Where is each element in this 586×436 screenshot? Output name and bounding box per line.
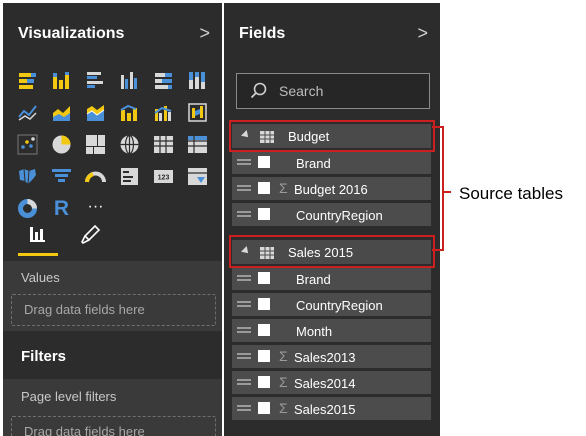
area-chart-icon[interactable] — [50, 101, 73, 124]
budget-table-highlight — [229, 120, 435, 152]
fields-header: Fields > — [224, 3, 440, 63]
search-icon — [249, 81, 269, 106]
filled-map-icon[interactable] — [16, 165, 39, 188]
field-name: Sales2015 — [294, 402, 356, 417]
field-checkbox[interactable] — [258, 376, 270, 388]
search-input[interactable]: Search — [236, 73, 430, 109]
field-name: Brand — [296, 156, 331, 171]
drag-handle-icon[interactable] — [237, 211, 251, 213]
table-icon[interactable] — [152, 133, 175, 156]
sales-table-highlight — [229, 235, 435, 268]
pie-chart-icon[interactable] — [50, 133, 73, 156]
card-icon[interactable]: 123 — [152, 165, 175, 188]
field-checkbox[interactable] — [258, 350, 270, 362]
drag-handle-icon[interactable] — [237, 301, 251, 303]
line-and-stacked-column-chart-icon[interactable] — [118, 101, 141, 124]
stacked-bar-chart-icon[interactable] — [16, 69, 39, 92]
field-name: CountryRegion — [296, 208, 383, 223]
stacked-column-chart-icon[interactable] — [50, 69, 73, 92]
collapse-visualizations-chevron-icon[interactable]: > — [199, 23, 210, 44]
field-row[interactable]: CountryRegion — [232, 203, 431, 226]
fields-title: Fields — [239, 25, 286, 42]
active-tab-indicator — [18, 253, 58, 256]
drag-handle-icon[interactable] — [237, 159, 251, 161]
drag-handle-icon[interactable] — [237, 327, 251, 329]
gauge-icon[interactable] — [84, 165, 107, 188]
field-checkbox[interactable] — [258, 182, 270, 194]
stacked-area-chart-icon[interactable] — [84, 101, 107, 124]
visualizations-header: Visualizations > — [3, 3, 222, 63]
drag-handle-icon[interactable] — [237, 379, 251, 381]
drag-handle-icon[interactable] — [237, 405, 251, 407]
field-row[interactable]: Σ Sales2013 — [232, 345, 431, 368]
collapse-fields-chevron-icon[interactable]: > — [417, 23, 428, 44]
sigma-icon: Σ — [279, 374, 288, 390]
field-name: Budget 2016 — [294, 182, 368, 197]
fields-tab-icon[interactable] — [26, 223, 50, 247]
field-name: CountryRegion — [296, 298, 383, 313]
format-tab-icon[interactable] — [78, 223, 102, 247]
sigma-icon: Σ — [279, 180, 288, 196]
page-filters-label: Page level filters — [21, 389, 117, 404]
matrix-icon[interactable] — [186, 133, 209, 156]
100-stacked-bar-chart-icon[interactable] — [152, 69, 175, 92]
field-name: Brand — [296, 272, 331, 287]
line-chart-icon[interactable] — [16, 101, 39, 124]
slicer-icon[interactable] — [186, 165, 209, 188]
field-row[interactable]: Month — [232, 319, 431, 342]
field-checkbox[interactable] — [258, 208, 270, 220]
field-name: Sales2013 — [294, 350, 356, 365]
values-well: Values Drag data fields here — [3, 261, 222, 331]
field-row[interactable]: Σ Sales2014 — [232, 371, 431, 394]
filters-title: Filters — [21, 348, 67, 365]
source-tables-annotation: Source tables — [459, 184, 563, 203]
ribbon-chart-icon[interactable] — [186, 101, 209, 124]
multi-row-card-icon[interactable] — [118, 165, 141, 188]
values-label: Values — [21, 270, 60, 285]
field-checkbox[interactable] — [258, 324, 270, 336]
field-checkbox[interactable] — [258, 156, 270, 168]
page-filters-drop-zone[interactable]: Drag data fields here — [11, 416, 216, 436]
search-placeholder: Search — [279, 83, 324, 99]
funnel-icon[interactable] — [50, 165, 73, 188]
values-drop-zone[interactable]: Drag data fields here — [11, 294, 216, 326]
field-row[interactable]: Σ Sales2015 — [232, 397, 431, 420]
field-row[interactable]: Brand — [232, 151, 431, 174]
treemap-icon[interactable] — [84, 133, 107, 156]
field-checkbox[interactable] — [258, 298, 270, 310]
field-checkbox[interactable] — [258, 272, 270, 284]
line-and-clustered-column-chart-icon[interactable] — [152, 101, 175, 124]
visualizations-pane: Visualizations > 123 R ··· Values Drag d… — [3, 3, 222, 436]
drag-handle-icon[interactable] — [237, 185, 251, 187]
scatter-chart-icon[interactable] — [16, 133, 39, 156]
fields-pane: Fields > Search Budget Brand Σ Budget 2016 C… — [224, 3, 440, 436]
field-row[interactable]: CountryRegion — [232, 293, 431, 316]
clustered-column-chart-icon[interactable] — [118, 69, 141, 92]
filters-header: Filters — [3, 331, 222, 379]
sigma-icon: Σ — [279, 400, 288, 416]
field-name: Month — [296, 324, 333, 339]
svg-text:123: 123 — [158, 175, 170, 182]
100-stacked-column-chart-icon[interactable] — [186, 69, 209, 92]
field-checkbox[interactable] — [258, 402, 270, 414]
sigma-icon: Σ — [279, 348, 288, 364]
source-tables-bracket — [432, 126, 451, 251]
visualizations-title: Visualizations — [18, 25, 125, 42]
clustered-bar-chart-icon[interactable] — [84, 69, 107, 92]
page-filters-well: Page level filters Drag data fields here — [3, 379, 222, 436]
pane-tabs — [3, 215, 222, 261]
drag-handle-icon[interactable] — [237, 275, 251, 277]
field-row[interactable]: Brand — [232, 267, 431, 290]
map-icon[interactable] — [118, 133, 141, 156]
field-row[interactable]: Σ Budget 2016 — [232, 177, 431, 200]
page-filters-drop-text: Drag data fields here — [24, 424, 145, 436]
field-name: Sales2014 — [294, 376, 356, 391]
values-drop-text: Drag data fields here — [24, 302, 145, 317]
drag-handle-icon[interactable] — [237, 353, 251, 355]
